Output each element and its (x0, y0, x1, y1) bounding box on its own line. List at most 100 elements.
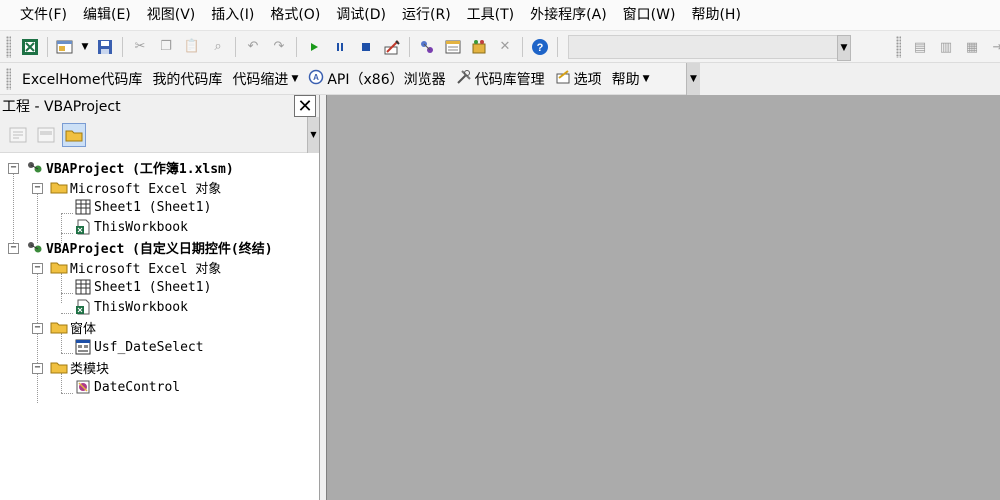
chevron-down-icon[interactable]: ▼ (837, 34, 851, 61)
menu-view[interactable]: 视图(V) (139, 0, 204, 31)
view-code-icon[interactable] (6, 123, 30, 147)
collapse-toggle[interactable]: − (32, 323, 43, 334)
toolbar-options-icon[interactable]: ▼ (686, 62, 700, 95)
options-label: 选项 (573, 71, 602, 88)
tree-item-sheet1[interactable]: Sheet1 (Sheet1) (74, 197, 211, 217)
collapse-toggle[interactable]: − (32, 363, 43, 374)
tree-item-userform[interactable]: Usf_DateSelect (74, 337, 204, 357)
object-browser-icon[interactable] (468, 36, 490, 58)
help-menu-label: 帮助 (611, 71, 640, 88)
toggle-folders-icon[interactable] (62, 122, 86, 147)
help-icon[interactable]: ? (529, 36, 551, 58)
panel-title: 工程 - VBAProject (2, 99, 121, 115)
menu-insert[interactable]: 插入(I) (203, 0, 262, 31)
properties-window-icon[interactable] (442, 36, 464, 58)
tree-folder-excel-objects[interactable]: Microsoft Excel 对象 (50, 177, 221, 197)
toolbox-icon[interactable]: ✕ (494, 36, 516, 58)
list-properties-icon[interactable]: ▤ (909, 36, 931, 58)
tree-label: 类模块 (70, 361, 110, 377)
view-object-icon[interactable] (34, 123, 58, 147)
folder-open-icon (50, 359, 68, 375)
options-button[interactable]: 选项 (550, 69, 607, 89)
userform-icon (74, 339, 92, 355)
chevron-down-icon: ▼ (291, 73, 299, 84)
menu-window[interactable]: 窗口(W) (615, 0, 684, 31)
chevron-down-icon: ▼ (642, 73, 650, 84)
list-constants-icon[interactable]: ▥ (935, 36, 957, 58)
menu-run[interactable]: 运行(R) (394, 0, 459, 31)
tree-label: ThisWorkbook (94, 219, 188, 235)
paste-icon[interactable]: 📋 (181, 36, 203, 58)
toolbar-separator (296, 36, 297, 57)
design-mode-icon[interactable] (381, 36, 403, 58)
menu-bar: 文件(F) 编辑(E) 视图(V) 插入(I) 格式(O) 调试(D) 运行(R… (0, 0, 1000, 31)
undo-icon[interactable]: ↶ (242, 36, 264, 58)
tree-line (61, 293, 73, 294)
tree-line (61, 233, 73, 234)
help-menu-button[interactable]: 帮助 ▼ (607, 69, 655, 89)
close-icon[interactable]: ✕ (294, 95, 316, 117)
library-manage-button[interactable]: 代码库管理 (451, 69, 550, 89)
collapse-toggle[interactable]: − (32, 263, 43, 274)
toolbar-separator (557, 36, 558, 57)
library-manage-label: 代码库管理 (474, 71, 545, 88)
tree-folder-forms[interactable]: 窗体 (50, 317, 96, 337)
menu-edit[interactable]: 编辑(E) (75, 0, 139, 31)
menu-help[interactable]: 帮助(H) (683, 0, 748, 31)
tree-label: Microsoft Excel 对象 (70, 181, 222, 197)
my-library-button[interactable]: 我的代码库 (147, 69, 227, 89)
worksheet-icon (74, 199, 92, 215)
excelhome-library-button[interactable]: ExcelHome代码库 (17, 69, 147, 89)
find-icon[interactable]: ⌕ (207, 36, 229, 58)
tree-item-class-module[interactable]: DateControl (74, 377, 180, 397)
tree-line (61, 353, 73, 354)
collapse-toggle[interactable]: − (32, 183, 43, 194)
pause-icon[interactable] (329, 36, 351, 58)
tree-folder-excel-objects[interactable]: Microsoft Excel 对象 (50, 257, 221, 277)
tree-project-2[interactable]: VBAProject (自定义日期控件(终结) (26, 237, 273, 257)
collapse-toggle[interactable]: − (8, 163, 19, 174)
menu-tools[interactable]: 工具(T) (459, 0, 522, 31)
indent-icon[interactable]: ⇥ (987, 36, 1000, 58)
toolbar-separator (409, 36, 410, 57)
cut-icon[interactable]: ✂ (129, 36, 151, 58)
svg-text:?: ? (537, 42, 544, 54)
tree-project-1[interactable]: VBAProject (工作簿1.xlsm) (26, 157, 234, 177)
project-explorer-icon[interactable] (416, 36, 438, 58)
menu-file[interactable]: 文件(F) (12, 0, 75, 31)
vba-project-icon (26, 159, 44, 175)
stop-icon[interactable] (355, 36, 377, 58)
panel-toolbar-options-icon[interactable]: ▼ (307, 117, 319, 153)
dropdown-arrow-icon[interactable]: ▼ (80, 36, 90, 58)
toolbar-grip[interactable] (896, 36, 901, 58)
redo-icon[interactable]: ↷ (268, 36, 290, 58)
project-explorer-panel: 工程 - VBAProject ✕ ▼ − VBAProject (工作簿1.x… (0, 95, 320, 500)
run-icon[interactable] (303, 36, 325, 58)
position-combo[interactable]: ▼ (568, 34, 851, 61)
tree-item-thisworkbook[interactable]: ThisWorkbook (74, 217, 188, 237)
menu-addins[interactable]: 外接程序(A) (522, 0, 615, 31)
view-excel-icon[interactable] (19, 36, 41, 58)
api-icon: A (308, 69, 324, 89)
tree-folder-class-modules[interactable]: 类模块 (50, 357, 109, 377)
tree-label: Sheet1 (Sheet1) (94, 279, 212, 295)
code-indent-label: 代码缩进 (232, 71, 289, 88)
tree-item-sheet1[interactable]: Sheet1 (Sheet1) (74, 277, 211, 297)
code-indent-button[interactable]: 代码缩进 ▼ (227, 69, 303, 89)
insert-module-icon[interactable] (54, 36, 76, 58)
menu-debug[interactable]: 调试(D) (328, 0, 394, 31)
toolbar-grip[interactable] (6, 35, 11, 58)
toolbar-separator (522, 36, 523, 57)
api-browser-button[interactable]: A API（x86）浏览器 (303, 69, 450, 89)
quick-info-icon[interactable]: ▦ (961, 36, 983, 58)
code-workspace[interactable] (326, 95, 1000, 500)
menu-format[interactable]: 格式(O) (262, 0, 328, 31)
panel-title-bar: 工程 - VBAProject ✕ (0, 95, 319, 117)
toolbar-grip[interactable] (6, 67, 11, 90)
tree-label: DateControl (94, 379, 181, 395)
tree-item-thisworkbook[interactable]: ThisWorkbook (74, 297, 188, 317)
copy-icon[interactable]: ❐ (155, 36, 177, 58)
save-icon[interactable] (94, 36, 116, 58)
collapse-toggle[interactable]: − (8, 243, 19, 254)
project-tree: − VBAProject (工作簿1.xlsm) − Microsoft Exc… (0, 157, 320, 500)
